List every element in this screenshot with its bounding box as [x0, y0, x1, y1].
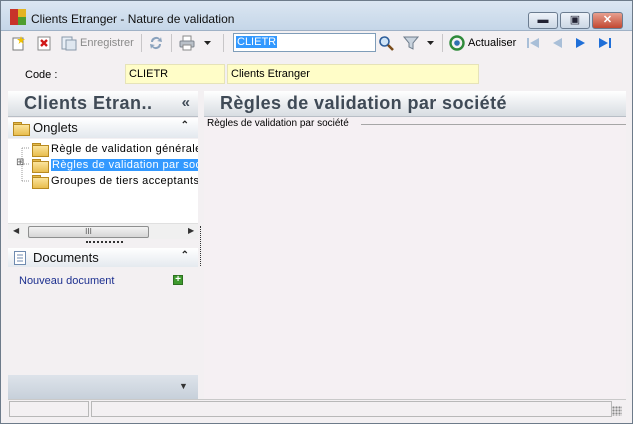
- group-box-line: [361, 124, 626, 125]
- tree-item-regles-par-societe[interactable]: Règles de validation par société: [32, 157, 198, 173]
- sync-icon: [150, 37, 162, 50]
- minimize-button[interactable]: ▬: [528, 12, 558, 29]
- new-icon: [12, 36, 25, 51]
- previous-record-button[interactable]: [549, 34, 565, 52]
- status-bar: [8, 399, 626, 417]
- panel-splitter-handle[interactable]: [86, 241, 123, 243]
- tree-horizontal-scrollbar[interactable]: ◀ III ▶: [8, 223, 198, 239]
- window-title: Clients Etranger - Nature de validation: [31, 12, 235, 26]
- left-panel-header: Clients Etran.. «: [8, 91, 198, 117]
- delete-button[interactable]: [36, 34, 52, 52]
- next-icon: [576, 38, 585, 48]
- documents-section-header[interactable]: Documents ⌃: [8, 248, 198, 268]
- chevron-up-icon[interactable]: ⌃: [181, 250, 189, 261]
- expand-icon[interactable]: ⊞: [16, 158, 24, 168]
- print-dropdown[interactable]: [203, 34, 212, 52]
- resize-grip-icon[interactable]: [612, 406, 622, 416]
- folder-icon: [32, 174, 49, 189]
- code-label: Code :: [25, 69, 58, 81]
- last-icon: [599, 38, 611, 48]
- maximize-button[interactable]: ▣: [560, 12, 590, 29]
- dropdown-arrow-icon: [427, 41, 434, 45]
- chevron-down-icon[interactable]: ▼: [179, 381, 188, 391]
- documents-label: Documents: [33, 250, 99, 265]
- save-label: Enregistrer: [80, 37, 134, 49]
- first-record-button[interactable]: [525, 34, 541, 52]
- save-icon: [61, 36, 77, 51]
- print-button[interactable]: [179, 34, 195, 52]
- dropdown-arrow-icon: [204, 41, 211, 45]
- tree-item-groupes-tiers[interactable]: Groupes de tiers acceptants: [32, 173, 198, 189]
- title-bar[interactable]: Clients Etranger - Nature de validation …: [1, 1, 632, 31]
- refresh-icon: [449, 35, 465, 51]
- left-panel-footer: ▼: [8, 375, 198, 399]
- add-document-icon[interactable]: +: [173, 275, 183, 285]
- search-value: CLIETR: [236, 36, 278, 48]
- scroll-left-icon[interactable]: ◀: [13, 226, 19, 235]
- folder-icon: [32, 142, 49, 157]
- group-box-title: Règles de validation par société: [207, 118, 352, 129]
- toolbar-separator: [223, 34, 224, 52]
- right-panel-title: Règles de validation par société: [220, 93, 507, 113]
- toolbar-separator: [141, 34, 142, 52]
- search-button[interactable]: [378, 34, 394, 52]
- save-button[interactable]: Enregistrer: [61, 34, 134, 52]
- scrollbar-thumb[interactable]: III: [28, 226, 149, 238]
- sync-button[interactable]: [148, 34, 164, 52]
- tree-item-label: Règles de validation par société: [51, 158, 198, 171]
- scroll-right-icon[interactable]: ▶: [188, 226, 194, 235]
- main-window: Clients Etranger - Nature de validation …: [0, 0, 633, 424]
- status-cell: [9, 401, 89, 417]
- status-cell: [91, 401, 612, 417]
- delete-icon: [37, 36, 51, 51]
- filter-icon: [403, 36, 419, 50]
- new-document-link[interactable]: Nouveau document: [19, 275, 114, 287]
- refresh-label: Actualiser: [468, 37, 517, 49]
- close-button[interactable]: ✕: [592, 12, 623, 29]
- folder-icon: [13, 122, 30, 136]
- left-panel-title: Clients Etran..: [24, 93, 153, 113]
- collapse-panel-button[interactable]: «: [182, 94, 190, 111]
- refresh-button[interactable]: Actualiser: [449, 34, 516, 52]
- filter-dropdown[interactable]: [426, 34, 435, 52]
- tree-item-label: Règle de validation générale: [51, 142, 198, 155]
- right-panel-header: Règles de validation par société: [204, 91, 626, 117]
- onglets-tree: Règle de validation générale ⊞ Règles de…: [8, 139, 198, 223]
- document-icon: [14, 251, 26, 265]
- right-panel-body: [204, 117, 626, 399]
- panel-resize-edge[interactable]: [200, 226, 201, 266]
- onglets-section-header[interactable]: Onglets ⌃: [8, 118, 198, 138]
- first-icon: [527, 38, 539, 48]
- chevron-up-icon[interactable]: ⌃: [181, 120, 189, 131]
- app-icon: [10, 9, 26, 25]
- tree-item-label: Groupes de tiers acceptants: [51, 174, 198, 187]
- code-field[interactable]: CLIETR: [125, 64, 225, 84]
- open-folder-icon: [32, 158, 49, 173]
- next-record-button[interactable]: [573, 34, 589, 52]
- search-input[interactable]: CLIETR: [233, 33, 376, 52]
- name-field[interactable]: Clients Etranger: [227, 64, 479, 84]
- search-icon: [379, 36, 394, 51]
- toolbar-separator: [442, 34, 443, 52]
- print-icon: [179, 35, 195, 51]
- previous-icon: [553, 38, 562, 48]
- onglets-label: Onglets: [33, 120, 78, 135]
- toolbar-separator: [171, 34, 172, 52]
- filter-button[interactable]: [403, 34, 419, 52]
- new-button[interactable]: [11, 34, 27, 52]
- last-record-button[interactable]: [597, 34, 613, 52]
- tree-item-regle-generale[interactable]: Règle de validation générale: [32, 141, 198, 157]
